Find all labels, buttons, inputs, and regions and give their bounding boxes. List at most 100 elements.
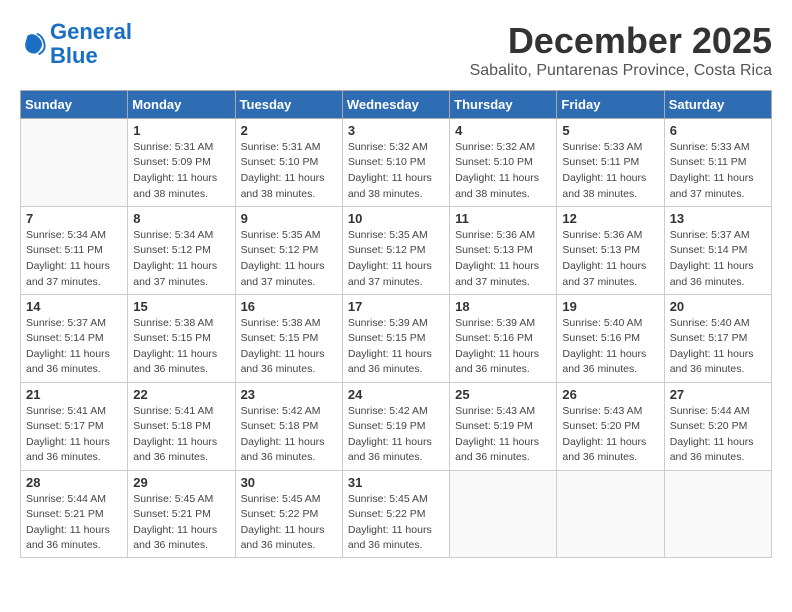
day-info-line: Daylight: 11 hours and 36 minutes. [26,347,122,377]
day-info-line: Sunrise: 5:39 AM [455,316,551,331]
day-number: 20 [670,299,766,314]
day-info: Sunrise: 5:45 AMSunset: 5:21 PMDaylight:… [133,492,229,554]
day-info-line: Sunset: 5:14 PM [670,243,766,258]
day-info-line: Sunset: 5:15 PM [348,331,444,346]
day-info-line: Sunset: 5:12 PM [133,243,229,258]
calendar-table: SundayMondayTuesdayWednesdayThursdayFrid… [20,90,772,558]
day-info-line: Sunrise: 5:36 AM [455,228,551,243]
day-info-line: Sunrise: 5:45 AM [133,492,229,507]
logo: General Blue [20,20,132,68]
day-info: Sunrise: 5:44 AMSunset: 5:21 PMDaylight:… [26,492,122,554]
day-number: 5 [562,123,658,138]
weekday-header: Friday [557,91,664,119]
day-number: 31 [348,475,444,490]
calendar-cell: 2Sunrise: 5:31 AMSunset: 5:10 PMDaylight… [235,119,342,207]
day-info-line: Daylight: 11 hours and 36 minutes. [241,435,337,465]
day-info: Sunrise: 5:37 AMSunset: 5:14 PMDaylight:… [670,228,766,290]
calendar-week-row: 7Sunrise: 5:34 AMSunset: 5:11 PMDaylight… [21,206,772,294]
day-info-line: Sunset: 5:22 PM [348,507,444,522]
day-info: Sunrise: 5:36 AMSunset: 5:13 PMDaylight:… [562,228,658,290]
day-info-line: Daylight: 11 hours and 38 minutes. [455,171,551,201]
calendar-cell [664,470,771,558]
calendar-cell [21,119,128,207]
day-info: Sunrise: 5:36 AMSunset: 5:13 PMDaylight:… [455,228,551,290]
day-info-line: Sunset: 5:22 PM [241,507,337,522]
calendar-week-row: 14Sunrise: 5:37 AMSunset: 5:14 PMDayligh… [21,294,772,382]
day-number: 3 [348,123,444,138]
day-number: 11 [455,211,551,226]
day-number: 13 [670,211,766,226]
calendar-cell: 30Sunrise: 5:45 AMSunset: 5:22 PMDayligh… [235,470,342,558]
day-number: 26 [562,387,658,402]
day-info: Sunrise: 5:39 AMSunset: 5:15 PMDaylight:… [348,316,444,378]
calendar-cell [450,470,557,558]
day-info-line: Daylight: 11 hours and 37 minutes. [26,259,122,289]
day-info: Sunrise: 5:32 AMSunset: 5:10 PMDaylight:… [455,140,551,202]
logo-text: General Blue [50,20,132,68]
day-info: Sunrise: 5:40 AMSunset: 5:16 PMDaylight:… [562,316,658,378]
day-info-line: Daylight: 11 hours and 36 minutes. [562,435,658,465]
day-info-line: Sunrise: 5:36 AM [562,228,658,243]
day-info-line: Daylight: 11 hours and 36 minutes. [133,347,229,377]
day-number: 28 [26,475,122,490]
calendar-cell: 9Sunrise: 5:35 AMSunset: 5:12 PMDaylight… [235,206,342,294]
day-info: Sunrise: 5:43 AMSunset: 5:20 PMDaylight:… [562,404,658,466]
day-info-line: Daylight: 11 hours and 36 minutes. [133,435,229,465]
calendar-cell: 7Sunrise: 5:34 AMSunset: 5:11 PMDaylight… [21,206,128,294]
calendar-cell: 11 Sunrise: 5:36 AMSunset: 5:13 PMDayligh… [450,206,557,294]
day-info-line: Sunset: 5:13 PM [562,243,658,258]
day-info-line: Daylight: 11 hours and 36 minutes. [348,523,444,553]
day-info: Sunrise: 5:33 AMSunset: 5:11 PMDaylight:… [670,140,766,202]
calendar-cell: 12Sunrise: 5:36 AMSunset: 5:13 PMDayligh… [557,206,664,294]
calendar-cell: 5 Sunrise: 5:33 AMSunset: 5:11 PMDaylight… [557,119,664,207]
day-info: Sunrise: 5:35 AMSunset: 5:12 PMDaylight:… [348,228,444,290]
day-info-line: Daylight: 11 hours and 36 minutes. [670,347,766,377]
calendar-cell: 8Sunrise: 5:34 AMSunset: 5:12 PMDaylight… [128,206,235,294]
day-number: 7 [26,211,122,226]
day-info-line: Sunrise: 5:42 AM [241,404,337,419]
day-number: 24 [348,387,444,402]
day-info-line: Daylight: 11 hours and 36 minutes. [241,523,337,553]
calendar-cell: 6Sunrise: 5:33 AMSunset: 5:11 PMDaylight… [664,119,771,207]
day-info: Sunrise: 5:33 AMSunset: 5:11 PMDaylight:… [562,140,658,202]
calendar-week-row: 21 Sunrise: 5:41 AMSunset: 5:17 PMDayligh… [21,382,772,470]
day-info-line: Daylight: 11 hours and 38 minutes. [133,171,229,201]
calendar-week-row: 28 Sunrise: 5:44 AMSunset: 5:21 PMDayligh… [21,470,772,558]
day-info-line: Daylight: 11 hours and 38 minutes. [562,171,658,201]
day-number: 19 [562,299,658,314]
month-title: December 2025 [470,20,772,62]
day-info-line: Sunset: 5:09 PM [133,155,229,170]
day-number: 9 [241,211,337,226]
calendar-cell: 20Sunrise: 5:40 AMSunset: 5:17 PMDayligh… [664,294,771,382]
day-info-line: Sunrise: 5:44 AM [26,492,122,507]
day-info: Sunrise: 5:32 AMSunset: 5:10 PMDaylight:… [348,140,444,202]
day-info-line: Sunrise: 5:41 AM [26,404,122,419]
day-info: Sunrise: 5:41 AMSunset: 5:17 PMDaylight:… [26,404,122,466]
day-info-line: Sunset: 5:10 PM [241,155,337,170]
day-info-line: Sunrise: 5:37 AM [26,316,122,331]
day-info-line: Sunrise: 5:35 AM [348,228,444,243]
calendar-cell: 17Sunrise: 5:39 AMSunset: 5:15 PMDayligh… [342,294,449,382]
calendar-cell: 10 Sunrise: 5:35 AMSunset: 5:12 PMDayligh… [342,206,449,294]
day-info-line: Sunset: 5:18 PM [241,419,337,434]
calendar-cell: 18Sunrise: 5:39 AMSunset: 5:16 PMDayligh… [450,294,557,382]
day-info-line: Daylight: 11 hours and 36 minutes. [133,523,229,553]
logo-icon [20,30,48,58]
calendar-cell: 15Sunrise: 5:38 AMSunset: 5:15 PMDayligh… [128,294,235,382]
calendar-cell: 29Sunrise: 5:45 AMSunset: 5:21 PMDayligh… [128,470,235,558]
day-number: 21 [26,387,122,402]
calendar-cell: 3 Sunrise: 5:32 AMSunset: 5:10 PMDaylight… [342,119,449,207]
calendar-cell: 31 Sunrise: 5:45 AMSunset: 5:22 PMDayligh… [342,470,449,558]
calendar-cell: 16Sunrise: 5:38 AMSunset: 5:15 PMDayligh… [235,294,342,382]
day-info-line: Sunrise: 5:33 AM [562,140,658,155]
day-info-line: Sunset: 5:10 PM [455,155,551,170]
day-info-line: Daylight: 11 hours and 36 minutes. [455,347,551,377]
day-info-line: Sunrise: 5:42 AM [348,404,444,419]
day-info-line: Sunrise: 5:44 AM [670,404,766,419]
day-info-line: Sunrise: 5:32 AM [455,140,551,155]
calendar-header-row: SundayMondayTuesdayWednesdayThursdayFrid… [21,91,772,119]
day-number: 15 [133,299,229,314]
day-info-line: Sunrise: 5:37 AM [670,228,766,243]
day-number: 10 [348,211,444,226]
day-info-line: Sunrise: 5:45 AM [348,492,444,507]
